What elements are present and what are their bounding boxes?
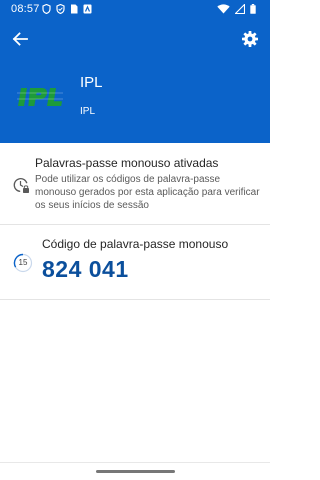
shield-check-icon <box>56 4 65 14</box>
otp-code-value[interactable]: 824 041 <box>42 256 129 283</box>
settings-button[interactable] <box>240 29 260 49</box>
account-name: IPL <box>80 74 103 91</box>
status-bar: 08:57 <box>0 0 270 18</box>
account-logo <box>17 88 63 106</box>
wifi-icon <box>217 4 230 14</box>
otp-enabled-title: Palavras-passe monouso ativadas <box>35 156 219 170</box>
signal-icon <box>235 4 245 14</box>
app-header: 08:57 IPL IPL <box>0 0 270 143</box>
clock-lock-icon <box>13 177 29 193</box>
status-left-icons <box>42 4 92 14</box>
back-arrow-icon <box>12 32 28 46</box>
shield-icon <box>42 4 51 14</box>
otp-enabled-section: Palavras-passe monouso ativadas Pode uti… <box>0 143 270 225</box>
otp-enabled-description: Pode utilizar os códigos de palavra-pass… <box>35 174 260 211</box>
status-time: 08:57 <box>11 3 40 15</box>
status-right-icons <box>217 4 256 14</box>
account-username: IPL <box>80 106 96 117</box>
otp-code-label: Código de palavra-passe monouso <box>42 237 229 251</box>
bottom-divider <box>0 462 270 463</box>
battery-icon <box>250 4 256 14</box>
countdown-number: 15 <box>18 258 28 267</box>
countdown-timer: 15 <box>13 253 33 273</box>
back-button[interactable] <box>10 29 30 49</box>
otp-code-section: 15 Código de palavra-passe monouso 824 0… <box>0 225 270 300</box>
gear-icon <box>242 31 258 47</box>
sim-card-icon <box>71 4 78 14</box>
square-alert-icon <box>83 4 92 14</box>
gesture-navigation-bar[interactable] <box>96 470 175 473</box>
